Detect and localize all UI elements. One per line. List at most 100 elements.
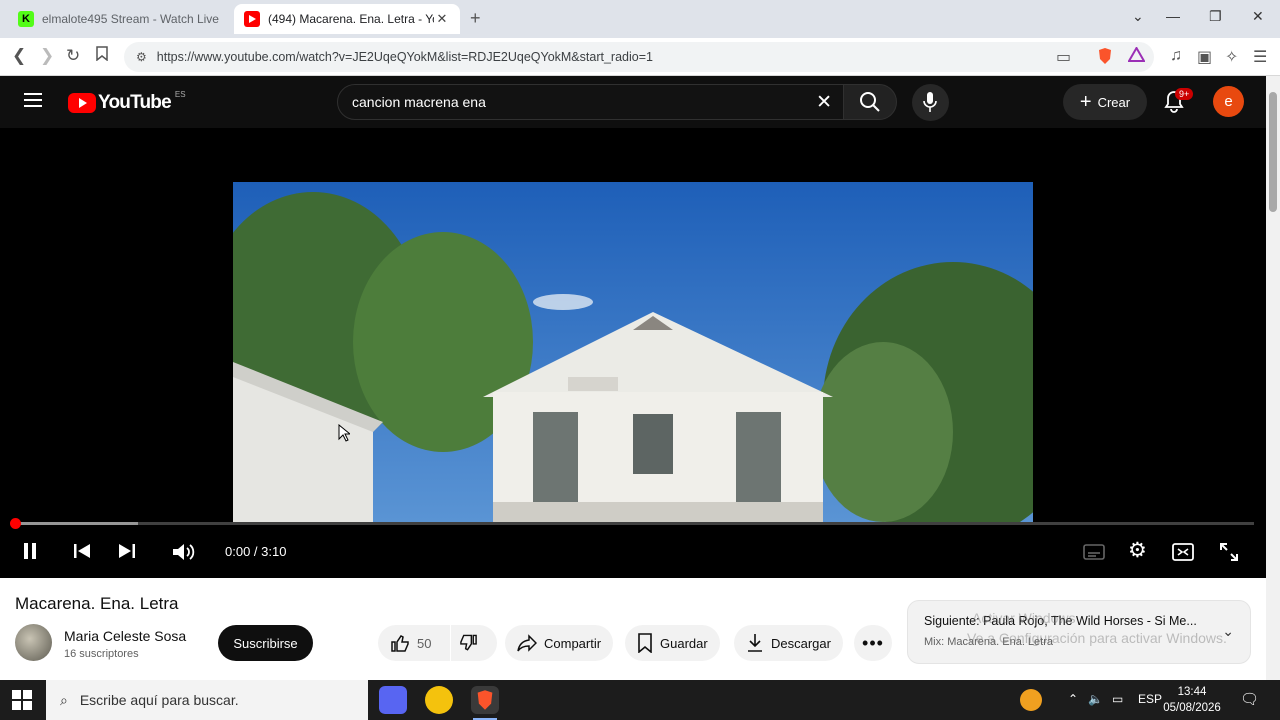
taskbar-search-placeholder: Escribe aquí para buscar. (79, 692, 239, 708)
notifications-badge: 9+ (1175, 88, 1194, 100)
fullscreen-icon[interactable] (1219, 542, 1239, 562)
close-tab-icon[interactable]: ✕ (434, 11, 450, 27)
microphone-icon (923, 92, 937, 112)
youtube-play-icon (68, 93, 96, 113)
cast-icon[interactable]: ▭ (1056, 47, 1071, 67)
language-indicator[interactable]: ESP (1138, 692, 1162, 706)
browser-tab-bar: K elmalote495 Stream - Watch Live on Kic… (0, 0, 1280, 38)
network-icon[interactable]: ▭ (1112, 692, 1123, 706)
tray-app-icon[interactable] (1020, 689, 1042, 711)
url-field[interactable]: ⚙ https://www.youtube.com/watch?v=JE2Uqe… (124, 42, 1154, 72)
tab-title: elmalote495 Stream - Watch Live on Kick (42, 12, 220, 26)
download-button[interactable]: Descargar (734, 625, 843, 661)
youtube-icon (244, 11, 260, 27)
search-icon (860, 92, 880, 112)
taskbar-clock[interactable]: 13:44 05/08/2026 (1160, 684, 1224, 716)
voice-search-button[interactable] (912, 84, 949, 121)
bookmark-icon[interactable] (96, 46, 108, 66)
next-icon[interactable] (118, 542, 136, 560)
search-box[interactable]: cancion macrena ena ✕ (337, 84, 845, 120)
clock-time: 13:44 (1177, 686, 1207, 698)
download-icon (748, 634, 762, 652)
watermark-line1: Activar Windows (972, 610, 1076, 626)
page-scrollbar[interactable] (1266, 76, 1280, 680)
clock-date: 05/08/2026 (1163, 702, 1221, 714)
music-icon[interactable]: ♫ (1170, 47, 1182, 65)
buffered-bar (14, 522, 138, 525)
site-settings-icon[interactable]: ⚙ (136, 50, 147, 64)
thumbs-down-icon (460, 634, 477, 651)
tab-kick[interactable]: K elmalote495 Stream - Watch Live on Kic… (8, 4, 230, 34)
youtube-page: YouTube ES cancion macrena ena ✕ + Crear… (0, 76, 1266, 680)
create-label: Crear (1097, 94, 1131, 110)
address-bar-row: ❮ ❯ ↻ ⚙ https://www.youtube.com/watch?v=… (0, 38, 1280, 76)
search-button[interactable] (843, 84, 897, 120)
brave-rewards-icon[interactable] (1127, 45, 1146, 67)
close-window-icon[interactable]: ✕ (1252, 8, 1264, 25)
subscribe-button[interactable]: Suscribirse (218, 625, 313, 661)
video-frame[interactable] (233, 182, 1033, 522)
wallet-icon[interactable]: ▣ (1197, 47, 1212, 67)
minimize-icon[interactable]: — (1166, 8, 1180, 24)
guide-menu-icon[interactable] (24, 93, 42, 107)
windows-start-icon[interactable] (12, 690, 32, 710)
taskbar-search[interactable]: ⌕ Escribe aquí para buscar. (46, 680, 368, 720)
video-title: Macarena. Ena. Letra (15, 594, 179, 613)
video-player[interactable]: 0:00 / 3:10 ⚙ (0, 128, 1266, 578)
new-tab-icon[interactable]: + (470, 8, 481, 29)
share-button[interactable]: Compartir (505, 625, 614, 661)
menu-icon[interactable]: ☰ (1253, 47, 1267, 67)
tab-title: (494) Macarena. Ena. Letra - YouTube (268, 12, 434, 26)
like-count: 50 (417, 635, 432, 651)
save-button[interactable]: Guardar (625, 625, 720, 661)
channel-name[interactable]: Maria Celeste Sosa (64, 628, 186, 644)
youtube-header: YouTube ES cancion macrena ena ✕ + Crear… (0, 76, 1266, 128)
save-label: Guardar (660, 635, 708, 651)
more-actions-icon[interactable]: ••• (854, 625, 892, 661)
time-display: 0:00 / 3:10 (225, 544, 287, 559)
youtube-logo[interactable]: YouTube ES (68, 89, 186, 114)
pause-icon[interactable] (22, 542, 38, 560)
subtitles-icon[interactable] (1083, 544, 1105, 560)
scrubber-knob[interactable] (10, 518, 21, 529)
speaker-icon[interactable]: 🔈 (1088, 692, 1103, 706)
share-label: Compartir (544, 635, 602, 651)
back-icon[interactable]: ❮ (12, 46, 26, 66)
country-code: ES (174, 89, 186, 99)
tab-youtube[interactable]: (494) Macarena. Ena. Letra - YouTube ✕ (234, 4, 460, 34)
brave-shields-icon[interactable] (1097, 47, 1113, 70)
download-label: Descargar (771, 635, 831, 651)
settings-gear-icon[interactable]: ⚙ (1128, 538, 1147, 563)
scrollbar-thumb[interactable] (1269, 92, 1277, 212)
windows-taskbar: ⌕ Escribe aquí para buscar. ⌃ 🔈 ▭ ESP 13… (0, 680, 1280, 720)
clear-search-icon[interactable]: ✕ (816, 91, 832, 114)
notifications-center-icon[interactable]: 🗨 (1240, 690, 1259, 708)
tab-search-icon[interactable]: ⌄ (1132, 8, 1144, 25)
discord-icon[interactable] (379, 686, 407, 714)
account-avatar[interactable]: e (1213, 86, 1244, 117)
forward-icon[interactable]: ❯ (40, 46, 54, 66)
mouse-cursor-icon (338, 424, 350, 442)
reload-icon[interactable]: ↻ (66, 46, 80, 66)
search-input[interactable]: cancion macrena ena (352, 94, 486, 110)
channel-avatar[interactable] (15, 624, 52, 661)
video-progress-bar[interactable] (10, 518, 1254, 529)
like-button[interactable]: 50 (378, 625, 450, 661)
subscriber-count: 16 suscriptores (64, 648, 139, 660)
thumbs-up-icon (391, 635, 409, 652)
app-yellow-icon[interactable] (425, 686, 453, 714)
volume-icon[interactable] (172, 542, 196, 562)
theater-mode-icon[interactable] (1172, 543, 1194, 561)
logo-text: YouTube (98, 92, 172, 113)
previous-icon[interactable] (73, 542, 91, 560)
create-button[interactable]: + Crear (1063, 84, 1147, 120)
dislike-button[interactable] (451, 625, 497, 661)
search-icon: ⌕ (60, 691, 68, 708)
save-bookmark-icon (638, 633, 652, 653)
brave-browser-icon[interactable] (471, 686, 499, 720)
leo-ai-icon[interactable]: ✧ (1225, 47, 1238, 67)
watermark-line2: Ve a Configuración para activar Windows. (967, 630, 1227, 646)
url-text: https://www.youtube.com/watch?v=JE2UqeQY… (156, 50, 653, 64)
restore-icon[interactable]: ❐ (1209, 8, 1222, 25)
tray-chevron-up-icon[interactable]: ⌃ (1068, 692, 1078, 706)
